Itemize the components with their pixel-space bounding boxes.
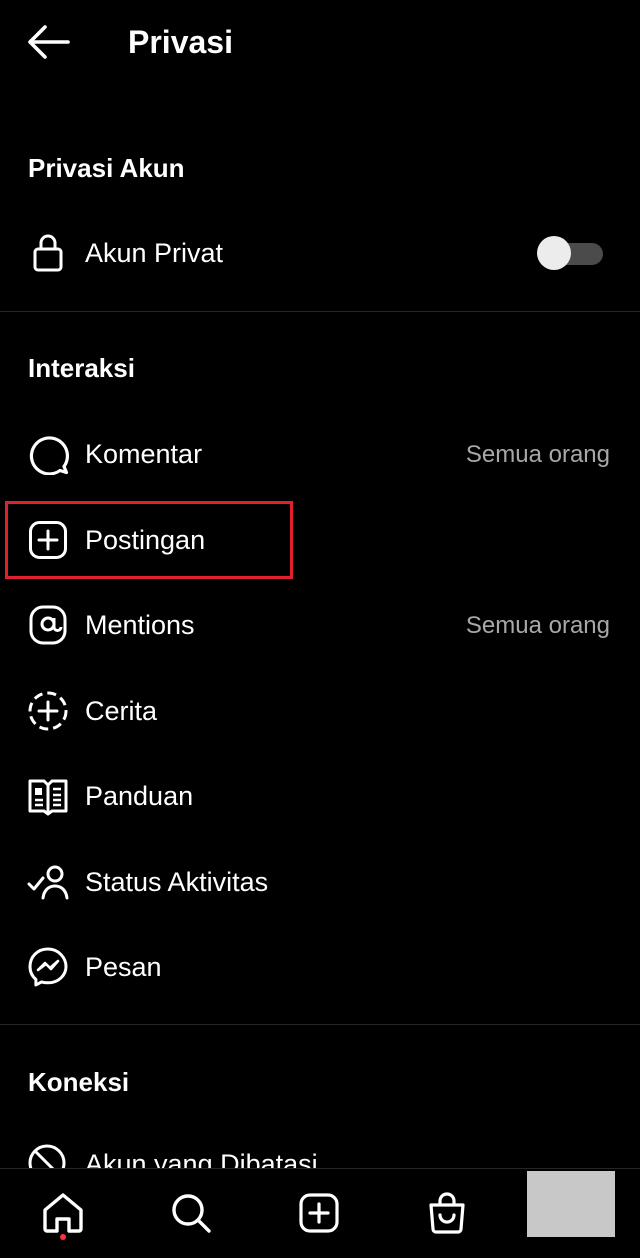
- interaction-row-comments[interactable]: Komentar Semua orang: [0, 412, 640, 496]
- section-title-account-privacy: Privasi Akun: [28, 153, 185, 183]
- bottom-navigation: [0, 1168, 640, 1258]
- shop-icon: [429, 1192, 465, 1234]
- nav-home[interactable]: [35, 1185, 91, 1241]
- interaction-row-posts[interactable]: Postingan: [0, 498, 640, 582]
- lock-icon: [26, 231, 70, 275]
- page-title: Privasi: [128, 24, 233, 60]
- restricted-label: Akun yang Dibatasi: [85, 1149, 318, 1168]
- story-add-icon: [26, 689, 70, 733]
- story-label: Cerita: [85, 696, 158, 726]
- messages-label: Pesan: [85, 952, 162, 982]
- interaction-row-messages[interactable]: Pesan: [0, 925, 640, 1009]
- mentions-value: Semua orang: [465, 612, 610, 639]
- toggle-knob: [537, 236, 571, 270]
- at-icon: [26, 603, 70, 647]
- activity-status-icon: [26, 860, 70, 904]
- mentions-label: Mentions: [85, 610, 195, 640]
- profile-avatar[interactable]: [527, 1171, 615, 1237]
- search-icon: [172, 1194, 211, 1233]
- messenger-icon: [26, 945, 70, 989]
- comments-label: Komentar: [85, 439, 203, 469]
- activity-status-label: Status Aktivitas: [85, 867, 269, 897]
- nav-search[interactable]: [163, 1185, 219, 1241]
- divider: [0, 1024, 640, 1025]
- arrow-left-icon: [28, 25, 70, 59]
- interaction-row-guides[interactable]: Panduan: [0, 754, 640, 838]
- interaction-row-mentions[interactable]: Mentions Semua orang: [0, 583, 640, 667]
- nav-shop[interactable]: [419, 1185, 475, 1241]
- plus-square-icon: [26, 518, 70, 562]
- home-icon: [43, 1193, 83, 1233]
- divider: [0, 311, 640, 312]
- top-bar: Privasi: [0, 0, 640, 84]
- guide-book-icon: [26, 774, 70, 818]
- section-title-interactions: Interaksi: [28, 353, 135, 383]
- back-button[interactable]: [22, 18, 74, 66]
- interaction-row-activity-status[interactable]: Status Aktivitas: [0, 840, 640, 924]
- interaction-row-story[interactable]: Cerita: [0, 669, 640, 753]
- nav-create[interactable]: [291, 1185, 347, 1241]
- comment-icon: [26, 432, 70, 476]
- create-icon: [299, 1193, 339, 1233]
- restricted-icon: [26, 1142, 70, 1168]
- guides-label: Panduan: [85, 781, 194, 811]
- private-account-label: Akun Privat: [85, 238, 224, 268]
- notification-dot: [60, 1234, 66, 1240]
- connection-row-restricted[interactable]: Akun yang Dibatasi: [0, 1130, 640, 1168]
- comments-value: Semua orang: [465, 441, 610, 468]
- section-title-connections: Koneksi: [28, 1067, 130, 1097]
- private-account-toggle[interactable]: [537, 236, 603, 270]
- posts-label: Postingan: [85, 525, 206, 555]
